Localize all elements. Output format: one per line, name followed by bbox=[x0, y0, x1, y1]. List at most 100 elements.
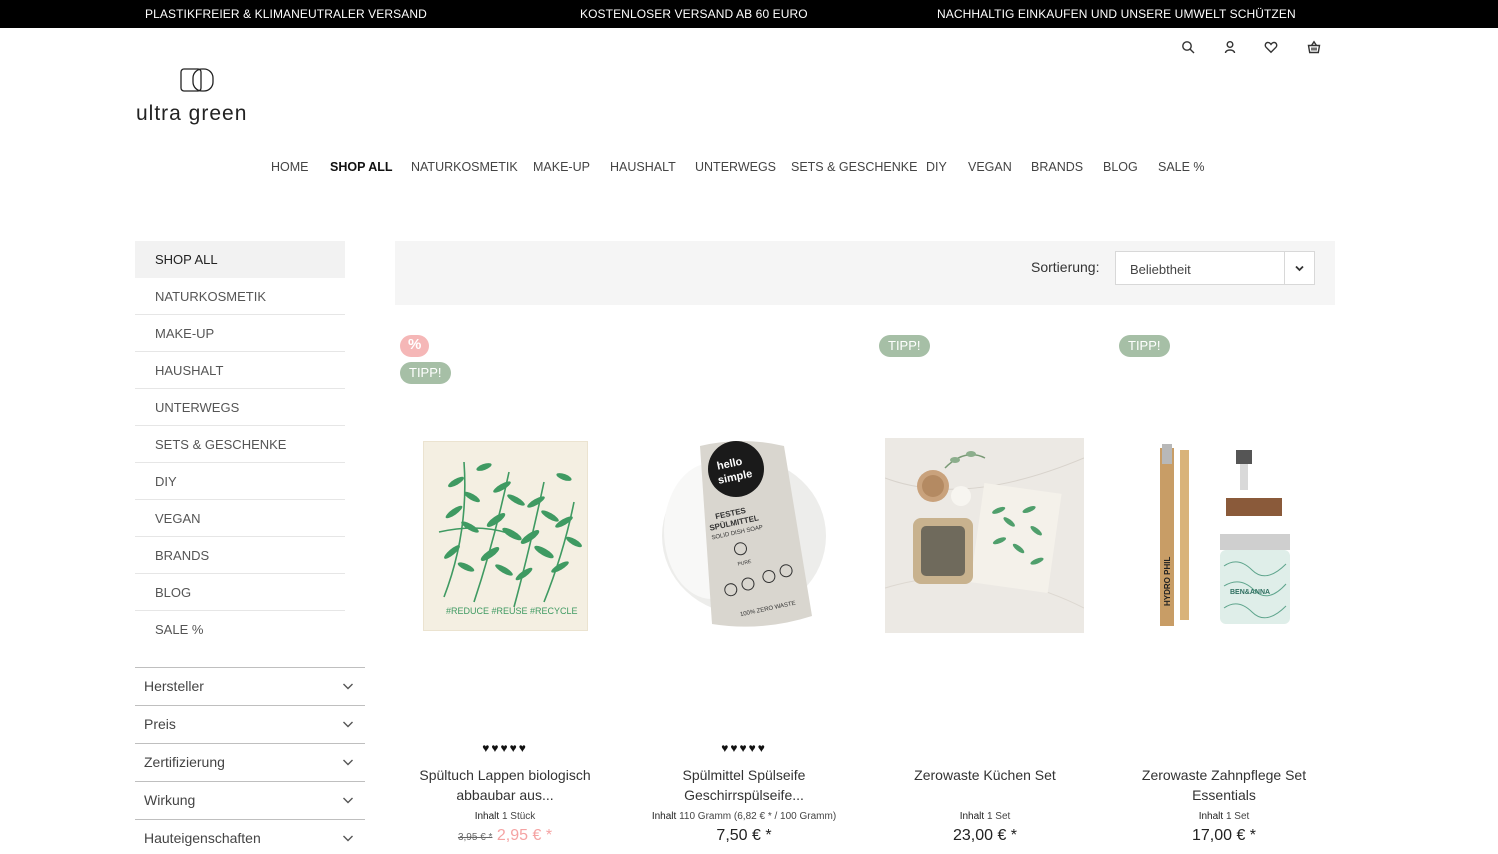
product-name[interactable]: Zerowaste Küchen Set bbox=[885, 765, 1085, 785]
old-price: 3,95 € * bbox=[457, 832, 493, 843]
content-label: Inhalt bbox=[959, 811, 985, 822]
product-image[interactable]: HYDRO PHIL BEN&ANNA bbox=[1148, 436, 1298, 632]
sidebar-item-blog[interactable]: BLOG bbox=[135, 574, 345, 611]
filter-zertifizierung[interactable]: Zertifizierung bbox=[135, 743, 365, 781]
heart-icon[interactable] bbox=[1262, 38, 1280, 56]
product-name-line: abbaubar aus... bbox=[456, 787, 554, 803]
product-name[interactable]: Spülmittel Spülseife Geschirrspülseife..… bbox=[644, 765, 844, 805]
filter-hauteigenschaften[interactable]: Hauteigenschaften bbox=[135, 819, 365, 854]
category-sidebar: SHOP ALL NATURKOSMETIK MAKE-UP HAUSHALT … bbox=[135, 241, 345, 648]
promo-message: PLASTIKFREIER & KLIMANEUTRALER VERSAND bbox=[145, 7, 427, 21]
brush-brand-text: HYDRO PHIL bbox=[1163, 557, 1172, 606]
chevron-down-icon bbox=[1284, 252, 1314, 284]
product-image-caption: #REDUCE #REUSE #RECYCLE bbox=[446, 606, 578, 616]
sale-badge: % bbox=[400, 335, 430, 357]
sort-selected-value: Beliebtheit bbox=[1130, 262, 1191, 277]
product-name[interactable]: Spültuch Lappen biologisch abbaubar aus.… bbox=[405, 765, 605, 805]
filter-label: Zertifizierung bbox=[144, 754, 225, 770]
content-value: 1 Set bbox=[986, 811, 1011, 822]
filter-label: Hersteller bbox=[144, 678, 204, 694]
product-content: Inhalt 1 Set bbox=[1104, 811, 1344, 822]
nav-item-shop-all[interactable]: SHOP ALL bbox=[330, 160, 393, 174]
product-price: 23,00 € * bbox=[952, 827, 1018, 844]
filter-wirkung[interactable]: Wirkung bbox=[135, 781, 365, 819]
tip-badge: TIPP! bbox=[400, 362, 451, 384]
product-content: Inhalt 110 Gramm (6,82 € * / 100 Gramm) bbox=[624, 811, 864, 822]
nav-item-naturkosmetik[interactable]: NATURKOSMETIK bbox=[411, 160, 518, 174]
basket-icon[interactable] bbox=[1305, 38, 1323, 56]
sidebar-item-unterwegs[interactable]: UNTERWEGS bbox=[135, 389, 345, 426]
product-name-line: Zerowaste Zahnpflege Set bbox=[1141, 767, 1307, 783]
content-label: Inhalt bbox=[474, 811, 500, 822]
product-name-line: Geschirrspülseife... bbox=[684, 787, 804, 803]
fern-pattern-image: #REDUCE #REUSE #RECYCLE bbox=[438, 461, 582, 616]
nav-item-blog[interactable]: BLOG bbox=[1103, 160, 1138, 174]
nav-item-brands[interactable]: BRANDS bbox=[1031, 160, 1083, 174]
content-label: Inhalt bbox=[651, 811, 677, 822]
product-image[interactable] bbox=[885, 438, 1084, 633]
nav-item-make-up[interactable]: MAKE-UP bbox=[533, 160, 590, 174]
main-navigation: HOME SHOP ALL NATURKOSMETIK MAKE-UP HAUS… bbox=[0, 160, 1498, 180]
tip-badge: TIPP! bbox=[1119, 335, 1170, 357]
nav-item-haushalt[interactable]: HAUSHALT bbox=[610, 160, 676, 174]
sort-select[interactable]: Beliebtheit bbox=[1115, 251, 1315, 285]
nav-item-sets-geschenke[interactable]: SETS & GESCHENKE bbox=[791, 160, 917, 174]
sidebar-item-diy[interactable]: DIY bbox=[135, 463, 345, 500]
product-price: 3,95 € * 2,95 € * bbox=[385, 827, 625, 845]
sidebar-item-sale[interactable]: SALE % bbox=[135, 611, 345, 648]
kitchen-set-image bbox=[885, 438, 1084, 633]
product-name-line: Essentials bbox=[1192, 787, 1256, 803]
nav-item-sale[interactable]: SALE % bbox=[1158, 160, 1205, 174]
filter-label: Preis bbox=[144, 716, 176, 732]
chevron-down-icon bbox=[342, 755, 354, 767]
product-content: Inhalt 1 Set bbox=[865, 811, 1105, 822]
sidebar-item-brands[interactable]: BRANDS bbox=[135, 537, 345, 574]
sort-toolbar: Sortierung: Beliebtheit bbox=[395, 241, 1335, 305]
product-price: 17,00 € * bbox=[1191, 827, 1257, 844]
product-content: Inhalt 1 Stück bbox=[385, 811, 625, 822]
tip-badge: TIPP! bbox=[879, 335, 930, 357]
account-icon[interactable] bbox=[1221, 38, 1239, 56]
chevron-down-icon bbox=[342, 717, 354, 729]
chevron-down-icon bbox=[342, 793, 354, 805]
soap-image: hello simple FESTES SPÜLMITTEL SOLID DIS… bbox=[662, 441, 826, 627]
product-image[interactable]: hello simple FESTES SPÜLMITTEL SOLID DIS… bbox=[652, 436, 837, 632]
filter-label: Wirkung bbox=[144, 792, 196, 808]
sidebar-item-shop-all[interactable]: SHOP ALL bbox=[135, 241, 345, 278]
rating-stars: ♥♥♥♥♥ bbox=[482, 741, 528, 755]
promo-bar: PLASTIKFREIER & KLIMANEUTRALER VERSAND K… bbox=[0, 0, 1498, 28]
sidebar-item-make-up[interactable]: MAKE-UP bbox=[135, 315, 345, 352]
site-logo[interactable]: ultra green bbox=[136, 66, 266, 128]
product-name-line: Zerowaste Küchen Set bbox=[914, 767, 1056, 783]
sidebar-item-sets-geschenke[interactable]: SETS & GESCHENKE bbox=[135, 426, 345, 463]
chevron-down-icon bbox=[342, 831, 354, 843]
search-icon[interactable] bbox=[1179, 38, 1197, 56]
promo-message: KOSTENLOSER VERSAND AB 60 EURO bbox=[580, 7, 808, 21]
product-name-line: Spülmittel Spülseife bbox=[682, 767, 806, 783]
product-name[interactable]: Zerowaste Zahnpflege Set Essentials bbox=[1124, 765, 1324, 805]
content-value: 1 Stück bbox=[501, 811, 536, 822]
content-value: 1 Set bbox=[1225, 811, 1250, 822]
jar-brand-text: BEN&ANNA bbox=[1230, 589, 1270, 596]
nav-item-diy[interactable]: DIY bbox=[926, 160, 947, 174]
nav-item-vegan[interactable]: VEGAN bbox=[968, 160, 1012, 174]
product-name-line: Spültuch Lappen biologisch bbox=[419, 767, 591, 783]
product-image[interactable]: #REDUCE #REUSE #RECYCLE bbox=[423, 441, 588, 631]
sale-price: 2,95 € * bbox=[496, 827, 553, 844]
logo-text: ultra green bbox=[136, 102, 248, 125]
sidebar-item-naturkosmetik[interactable]: NATURKOSMETIK bbox=[135, 278, 345, 315]
nav-item-unterwegs[interactable]: UNTERWEGS bbox=[695, 160, 776, 174]
product-price: 7,50 € * bbox=[716, 827, 772, 844]
filter-hersteller[interactable]: Hersteller bbox=[135, 667, 365, 705]
filter-panel: Hersteller Preis Zertifizierung Wirkung … bbox=[135, 667, 365, 854]
logo-mark-icon bbox=[180, 68, 214, 92]
content-label: Inhalt bbox=[1198, 811, 1224, 822]
sidebar-item-haushalt[interactable]: HAUSHALT bbox=[135, 352, 345, 389]
chevron-down-icon bbox=[342, 679, 354, 691]
sidebar-item-vegan[interactable]: VEGAN bbox=[135, 500, 345, 537]
dental-set-image: HYDRO PHIL BEN&ANNA bbox=[1160, 444, 1290, 626]
filter-label: Hauteigenschaften bbox=[144, 830, 261, 846]
filter-preis[interactable]: Preis bbox=[135, 705, 365, 743]
nav-item-home[interactable]: HOME bbox=[271, 160, 309, 174]
promo-message: NACHHALTIG EINKAUFEN UND UNSERE UMWELT S… bbox=[937, 7, 1296, 21]
